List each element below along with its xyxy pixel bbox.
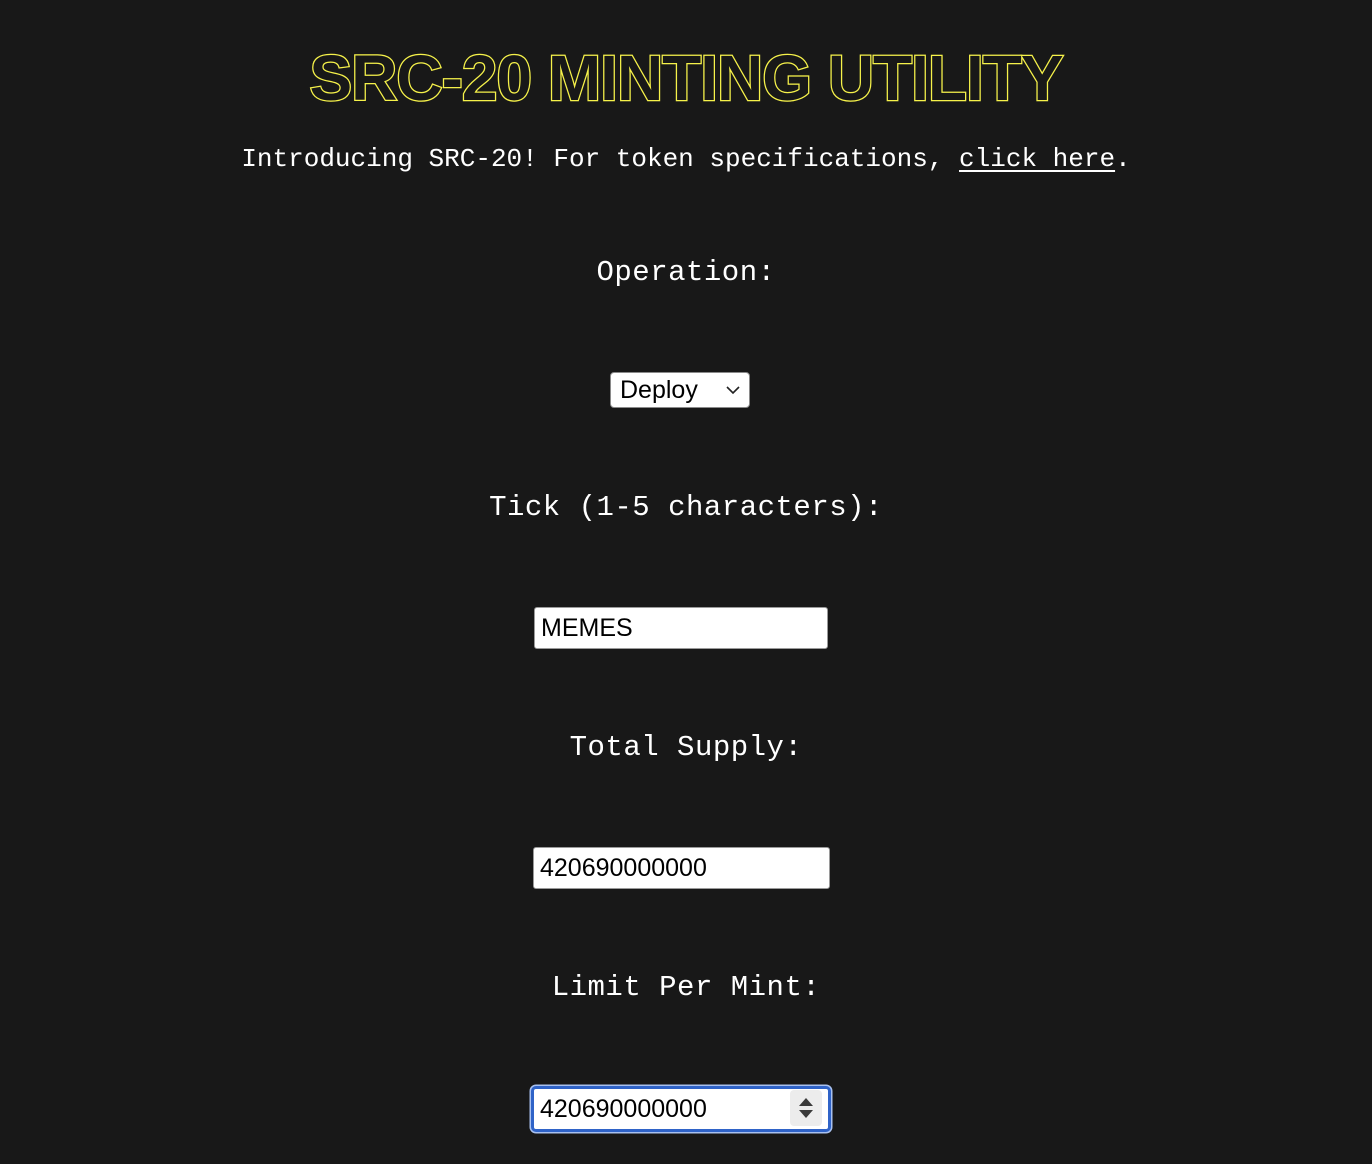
limit-per-mint-input[interactable] [531, 1086, 831, 1132]
operation-label: Operation: [596, 256, 776, 289]
limit-per-mint-label: Limit Per Mint: [551, 971, 821, 1004]
intro-text: Introducing SRC-20! For token specificat… [0, 142, 1372, 176]
total-supply-input[interactable] [533, 847, 830, 889]
operation-selected-value: Deploy [620, 376, 698, 404]
spinner-arrows-icon [799, 1098, 813, 1118]
intro-prefix: Introducing SRC-20! For token specificat… [241, 144, 960, 174]
operation-select[interactable]: Deploy [610, 372, 750, 408]
specifications-link[interactable]: click here [959, 144, 1115, 174]
total-supply-label: Total Supply: [569, 731, 803, 764]
page-title: SRC-20 MINTING UTILITY [308, 41, 1065, 116]
chevron-down-icon [726, 386, 740, 395]
intro-suffix: . [1115, 144, 1131, 174]
limit-per-mint-stepper[interactable] [790, 1090, 822, 1126]
tick-label: Tick (1-5 characters): [489, 491, 883, 524]
tick-input[interactable] [534, 607, 828, 649]
